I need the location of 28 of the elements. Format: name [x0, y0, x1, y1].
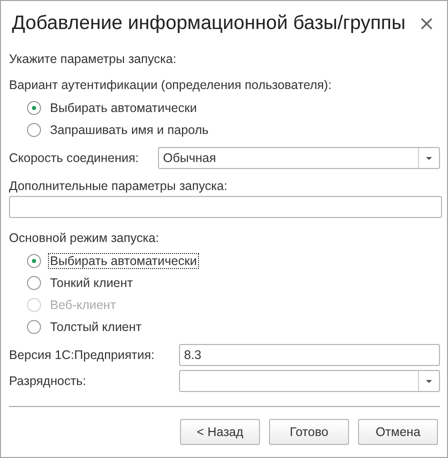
- radio-button[interactable]: [27, 320, 41, 334]
- caret-icon: [426, 380, 432, 382]
- radio-label[interactable]: Тонкий клиент: [48, 275, 135, 291]
- dropdown-field[interactable]: [179, 370, 440, 392]
- group-label: Основной режим запуска:: [9, 230, 160, 247]
- radio-label[interactable]: Выбирать автоматически: [48, 253, 199, 269]
- radio-label[interactable]: Запрашивать имя и пароль: [48, 122, 211, 138]
- group-label: Вариант аутентификации (определения пользователя):: [9, 77, 333, 94]
- field-label: Скорость соединения:: [9, 151, 140, 165]
- radio-button[interactable]: [27, 123, 41, 137]
- dialog-button[interactable]: Отмена: [358, 419, 438, 445]
- close-button[interactable]: ×: [414, 11, 439, 35]
- input-field[interactable]: 8.3: [179, 344, 440, 366]
- field-label: Дополнительные параметры запуска:: [9, 178, 228, 195]
- radio-button[interactable]: [27, 101, 41, 115]
- radio-label[interactable]: Толстый клиент: [48, 319, 144, 335]
- section-label: Укажите параметры запуска:: [9, 51, 178, 68]
- window-title: Добавление информационной базы/группы: [12, 12, 406, 34]
- field-label: Версия 1С:Предприятия:: [9, 348, 156, 362]
- radio-button[interactable]: [27, 254, 41, 268]
- dialog-button[interactable]: < Назад: [180, 419, 260, 445]
- field-label: Разрядность:: [9, 374, 88, 388]
- dialog-button[interactable]: Готово: [269, 419, 349, 445]
- input-field[interactable]: [9, 196, 442, 218]
- radio-label[interactable]: Выбирать автоматически: [48, 100, 199, 116]
- radio-button[interactable]: [27, 276, 41, 290]
- caret-icon: [426, 156, 432, 160]
- dropdown-field[interactable]: Обычная: [158, 147, 440, 169]
